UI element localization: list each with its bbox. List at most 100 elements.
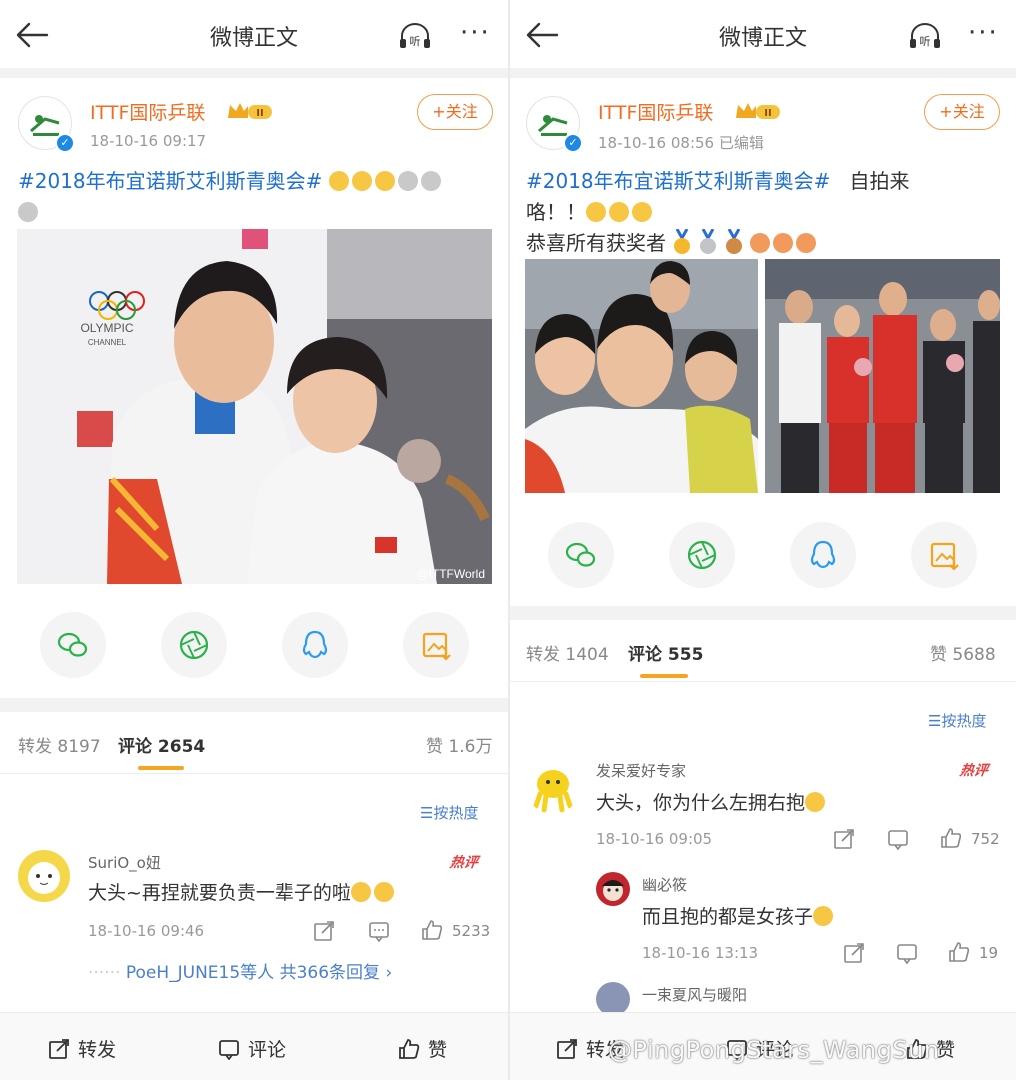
- tab-reposts[interactable]: 转发 1404: [526, 640, 609, 665]
- post-text: #2018年布宜诺斯艾利斯青奥会# 自拍来 咯！！ 恭喜所有获奖者: [526, 169, 910, 255]
- repost-icon[interactable]: [843, 942, 865, 964]
- comment-avatar[interactable]: [18, 850, 70, 902]
- engagement-tabs: 转发 1404 评论 555 赞 5688: [510, 622, 1016, 682]
- bottom-repost-button[interactable]: 转发: [48, 1035, 116, 1062]
- repost-icon: [557, 1039, 577, 1059]
- crying-emoji-icon: [351, 171, 372, 191]
- save-image-button[interactable]: [911, 522, 977, 588]
- reply-text: 而且抱的都是女孩子: [642, 902, 836, 929]
- silver-medal-icon: [700, 229, 717, 254]
- comment-username[interactable]: 发呆爱好专家: [596, 760, 686, 781]
- bottom-comment-button[interactable]: 评论: [218, 1035, 286, 1062]
- grin-emoji-icon: [632, 202, 652, 222]
- avatar[interactable]: ✓: [526, 96, 583, 153]
- thumb-up-icon[interactable]: [948, 941, 970, 963]
- topic-link[interactable]: #2018年布宜诺斯艾利斯青奥会#: [18, 169, 322, 193]
- comment-like-count: 752: [971, 830, 1000, 848]
- repost-icon[interactable]: [313, 920, 335, 942]
- comment-time: 18-10-16 09:05: [596, 830, 713, 848]
- hot-comment-badge: 热评: [448, 855, 479, 871]
- reply-username[interactable]: 幽必筱: [642, 874, 687, 895]
- post-meta: 18-10-16 08:56 已编辑: [598, 134, 764, 152]
- post-time: 18-10-16 09:17: [90, 132, 207, 150]
- reply-like-count: 19: [979, 944, 999, 962]
- view-replies-link[interactable]: ······ PoeH_JUNE15等人 共366条回复 ›: [88, 958, 392, 983]
- comment-icon[interactable]: [896, 942, 918, 964]
- comment-like-count: 5233: [452, 922, 491, 940]
- tab-reposts[interactable]: 转发 8197: [18, 732, 101, 757]
- post-photo-2[interactable]: [765, 259, 1000, 493]
- reply-avatar[interactable]: [596, 872, 630, 906]
- follow-button[interactable]: +关注: [924, 94, 1000, 130]
- tab-likes[interactable]: 赞 1.6万: [426, 732, 492, 757]
- comment-icon[interactable]: [887, 828, 909, 850]
- share-wechat-button[interactable]: [548, 522, 614, 588]
- doge-emoji-icon: [420, 171, 441, 191]
- moments-aperture-icon: [179, 630, 209, 660]
- thumb-up-icon[interactable]: [940, 827, 962, 849]
- share-qq-button[interactable]: [282, 612, 348, 678]
- comment-icon: [219, 1040, 239, 1061]
- moments-aperture-icon: [687, 540, 717, 570]
- left-screenshot: 微博正文 听 ··· ✓ ITTF国际乒联 II 18-10-16 09:17 …: [0, 0, 508, 1080]
- verified-badge-icon: ✓: [563, 133, 583, 153]
- clap-emoji-icon: [750, 233, 771, 253]
- save-image-button[interactable]: [403, 612, 469, 678]
- tab-comments[interactable]: 评论 555: [628, 640, 703, 665]
- doge-emoji-icon: [18, 202, 38, 222]
- comment-avatar[interactable]: [526, 760, 580, 814]
- sort-by-hot-button[interactable]: ☰按热度: [420, 802, 478, 823]
- crying-emoji-icon: [328, 171, 349, 191]
- podium-photo-illustration: [765, 259, 1000, 493]
- grin-emoji-icon: [586, 202, 606, 222]
- repost-icon: [49, 1039, 69, 1059]
- comment-icon[interactable]: [368, 920, 390, 942]
- bottom-like-button[interactable]: 赞: [398, 1035, 447, 1062]
- follow-button[interactable]: +关注: [417, 94, 493, 130]
- topic-link[interactable]: #2018年布宜诺斯艾利斯青奥会#: [526, 169, 830, 193]
- active-tab-indicator: [640, 674, 688, 678]
- svg-text:II: II: [764, 108, 771, 119]
- section-gap: [510, 606, 1016, 620]
- right-screenshot: 微博正文 听 ··· ✓ ITTF国际乒联 II 18-10-16 08:56 …: [510, 0, 1016, 1080]
- svg-text:@ITTFWorld: @ITTFWorld: [416, 567, 485, 581]
- grin-emoji-icon: [609, 202, 629, 222]
- post-username[interactable]: ITTF国际乒联: [598, 98, 713, 125]
- comment-username[interactable]: SuriO_o妞: [88, 852, 161, 873]
- avatar[interactable]: ✓: [18, 96, 75, 153]
- tab-comments[interactable]: 评论 2654: [118, 732, 205, 757]
- post-photo[interactable]: OLYMPIC CHANNEL @ITTFWorld: [17, 229, 492, 584]
- listen-headphones-icon[interactable]: 听: [398, 22, 432, 50]
- clap-emoji-icon: [796, 233, 817, 253]
- clap-emoji-icon: [773, 233, 794, 253]
- crown-level-badge-icon: II: [228, 103, 272, 119]
- tab-likes[interactable]: 赞 5688: [930, 640, 996, 665]
- nav-bar: 微博正文 听 ···: [510, 0, 1016, 68]
- listen-headphones-icon[interactable]: 听: [908, 22, 942, 50]
- comment-time: 18-10-16 09:46: [88, 922, 205, 940]
- cat-avatar-icon: [28, 862, 60, 894]
- share-qq-button[interactable]: [790, 522, 856, 588]
- share-moments-button[interactable]: [669, 522, 735, 588]
- qq-penguin-icon: [302, 630, 328, 659]
- share-moments-button[interactable]: [161, 612, 227, 678]
- reply-avatar[interactable]: [596, 982, 630, 1016]
- thinking-emoji-icon: [805, 792, 826, 812]
- repost-icon[interactable]: [833, 828, 855, 850]
- section-gap: [510, 68, 1016, 78]
- thumb-up-icon[interactable]: [421, 919, 443, 941]
- reply-username[interactable]: 一束夏风与暖阳: [642, 984, 747, 1005]
- svg-text:CHANNEL: CHANNEL: [88, 338, 127, 347]
- more-options-icon[interactable]: ···: [968, 20, 1004, 48]
- save-image-icon: [422, 632, 451, 661]
- sort-by-hot-button[interactable]: ☰按热度: [928, 710, 986, 731]
- more-options-icon[interactable]: ···: [460, 20, 496, 48]
- post-photo-1[interactable]: [525, 259, 758, 493]
- crown-level-badge-icon: II: [736, 103, 780, 119]
- laugh-cry-emoji-icon: [350, 882, 371, 902]
- bottom-action-bar: 转发 评论 赞: [0, 1012, 508, 1080]
- photo-illustration: OLYMPIC CHANNEL @ITTFWorld: [17, 229, 492, 584]
- post-username[interactable]: ITTF国际乒联: [90, 98, 205, 125]
- share-wechat-button[interactable]: [40, 612, 106, 678]
- wechat-icon: [565, 542, 596, 567]
